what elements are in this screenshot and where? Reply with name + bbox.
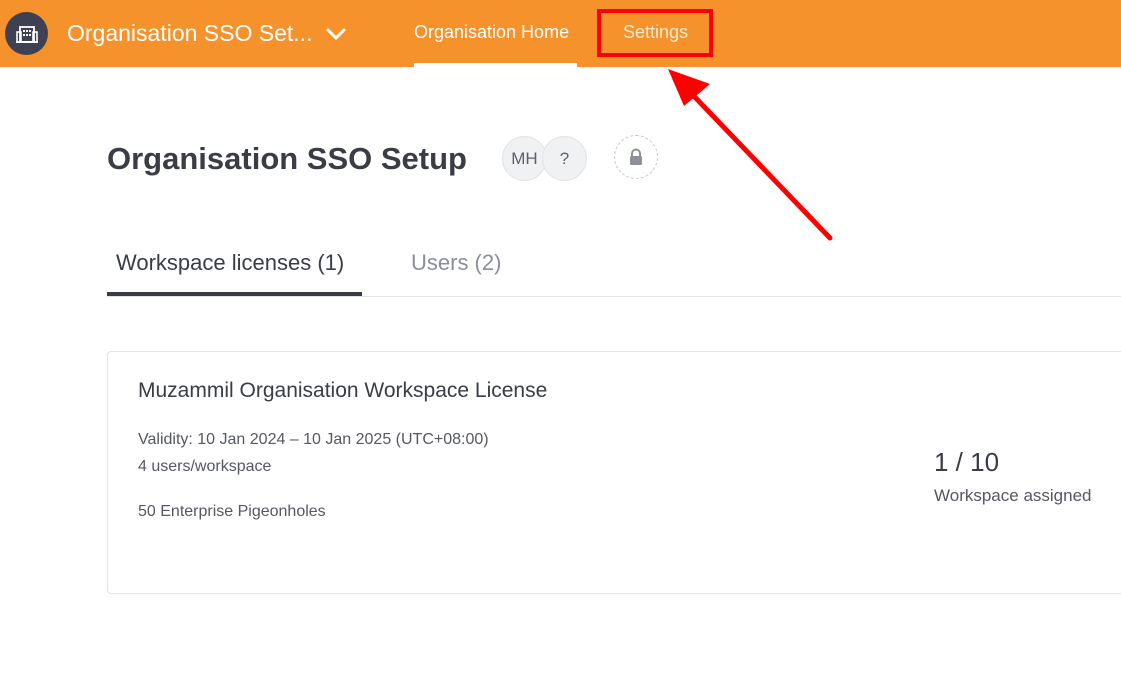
- top-navigation-bar: Organisation SSO Set... Organisation Hom…: [0, 0, 1121, 67]
- tabs-divider: [107, 296, 1121, 297]
- active-tab-indicator: [414, 63, 577, 67]
- avatar[interactable]: MH: [502, 136, 547, 181]
- license-name: Muzammil Organisation Workspace License: [138, 379, 548, 402]
- workspace-assigned-count: 1 / 10: [934, 447, 1000, 477]
- lock-button[interactable]: [614, 135, 658, 179]
- settings-highlight-box: [597, 9, 713, 57]
- page-title: Organisation SSO Setup: [107, 141, 467, 176]
- tab-workspace-licenses[interactable]: Workspace licenses (1): [116, 250, 344, 276]
- chevron-down-icon[interactable]: [325, 24, 347, 44]
- workspace-assigned-label: Workspace assigned: [934, 486, 1092, 505]
- license-pigeonholes: 50 Enterprise Pigeonholes: [138, 503, 326, 520]
- nav-tab-organisation-home[interactable]: Organisation Home: [414, 22, 569, 43]
- license-validity: Validity: 10 Jan 2024 – 10 Jan 2025 (UTC…: [138, 431, 489, 448]
- avatar[interactable]: ?: [542, 136, 587, 181]
- lock-icon: [630, 148, 642, 165]
- organisation-name[interactable]: Organisation SSO Set...: [67, 20, 312, 47]
- building-icon-graphic: [15, 25, 38, 43]
- license-users-per-workspace: 4 users/workspace: [138, 458, 272, 475]
- tab-users[interactable]: Users (2): [411, 250, 501, 276]
- building-icon[interactable]: [5, 12, 48, 55]
